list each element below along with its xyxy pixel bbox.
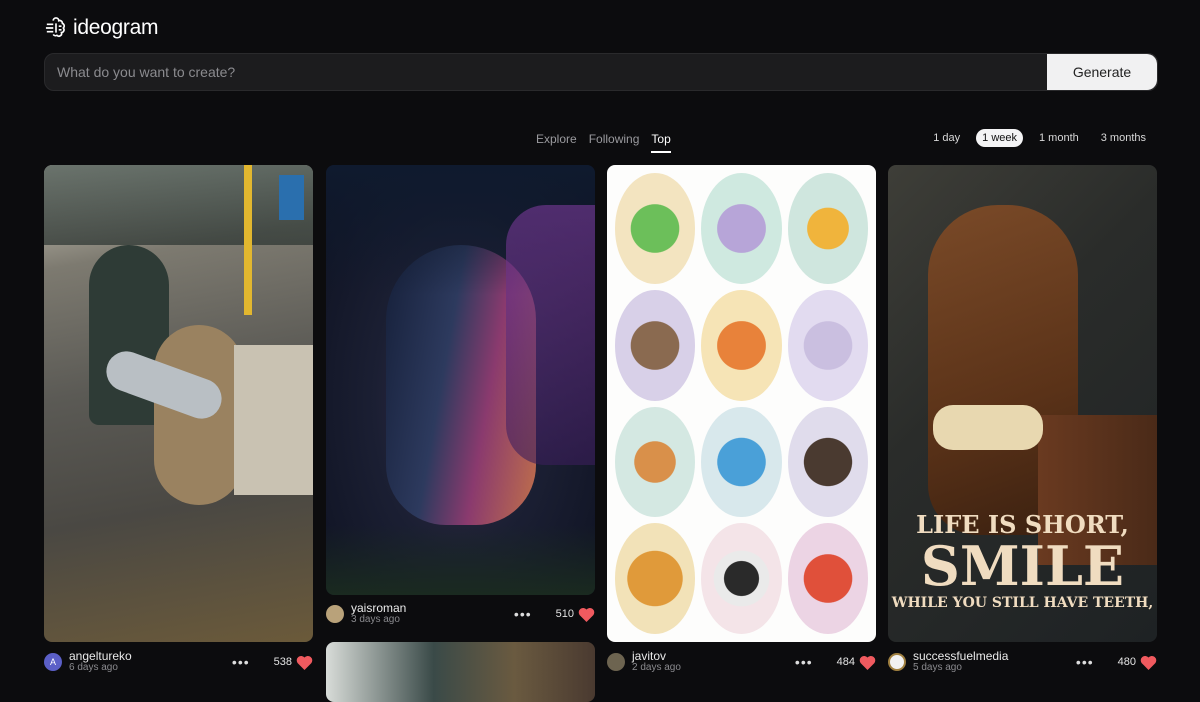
range-1-month[interactable]: 1 month — [1033, 129, 1085, 147]
avatar[interactable] — [607, 653, 625, 671]
username[interactable]: yaisroman — [351, 602, 406, 614]
avatar[interactable]: A — [44, 653, 62, 671]
heart-icon[interactable] — [1140, 655, 1157, 670]
feed-tabs: Explore Following Top — [536, 132, 671, 153]
ellipsis-icon[interactable]: ••• — [1076, 654, 1094, 670]
post-time: 5 days ago — [913, 662, 962, 673]
post-time: 6 days ago — [69, 662, 118, 673]
like-count: 480 — [1117, 656, 1136, 668]
like-count: 510 — [555, 608, 574, 620]
username[interactable]: successfuelmedia — [913, 650, 1008, 662]
poster-line-2: SMILE — [920, 534, 1125, 598]
range-1-week[interactable]: 1 week — [976, 129, 1023, 147]
post-time: 2 days ago — [632, 662, 681, 673]
heart-icon[interactable] — [578, 607, 595, 622]
avatar[interactable] — [326, 605, 344, 623]
post-meta: javitov 2 days ago ••• 484 — [607, 647, 876, 677]
post-image[interactable] — [44, 165, 313, 642]
tab-explore[interactable]: Explore — [536, 132, 577, 153]
post-image[interactable] — [326, 165, 595, 595]
range-3-months[interactable]: 3 months — [1095, 129, 1152, 147]
heart-icon[interactable] — [859, 655, 876, 670]
range-1-day[interactable]: 1 day — [927, 129, 966, 147]
like-count: 538 — [273, 656, 292, 668]
post-time: 3 days ago — [351, 614, 400, 625]
post-image[interactable] — [326, 642, 595, 702]
app-name: ideogram — [73, 16, 159, 39]
tab-following[interactable]: Following — [589, 132, 640, 153]
app-logo[interactable]: ideogram — [45, 16, 158, 40]
post-image[interactable] — [607, 165, 876, 642]
prompt-bar: Generate — [44, 53, 1158, 91]
ellipsis-icon[interactable]: ••• — [232, 654, 250, 670]
post-meta: A angeltureko 6 days ago ••• 538 — [44, 647, 313, 677]
ellipsis-icon[interactable]: ••• — [514, 606, 532, 622]
username[interactable]: angeltureko — [69, 650, 132, 662]
post-image[interactable]: LIFE IS SHORT, SMILE WHILE YOU STILL HAV… — [888, 165, 1157, 642]
heart-icon[interactable] — [296, 655, 313, 670]
prompt-input[interactable] — [45, 54, 1047, 90]
post-meta: yaisroman 3 days ago ••• 510 — [326, 599, 595, 629]
like-count: 484 — [836, 656, 855, 668]
brain-icon — [45, 17, 66, 37]
ellipsis-icon[interactable]: ••• — [795, 654, 813, 670]
avatar[interactable] — [888, 653, 906, 671]
tab-top[interactable]: Top — [651, 132, 671, 153]
post-meta: successfuelmedia 5 days ago ••• 480 — [888, 647, 1157, 677]
poster-line-3: WHILE YOU STILL HAVE TEETH, — [891, 595, 1154, 611]
username[interactable]: javitov — [632, 650, 681, 662]
time-range-filter: 1 day 1 week 1 month 3 months — [927, 129, 1152, 147]
generate-button[interactable]: Generate — [1047, 54, 1157, 90]
